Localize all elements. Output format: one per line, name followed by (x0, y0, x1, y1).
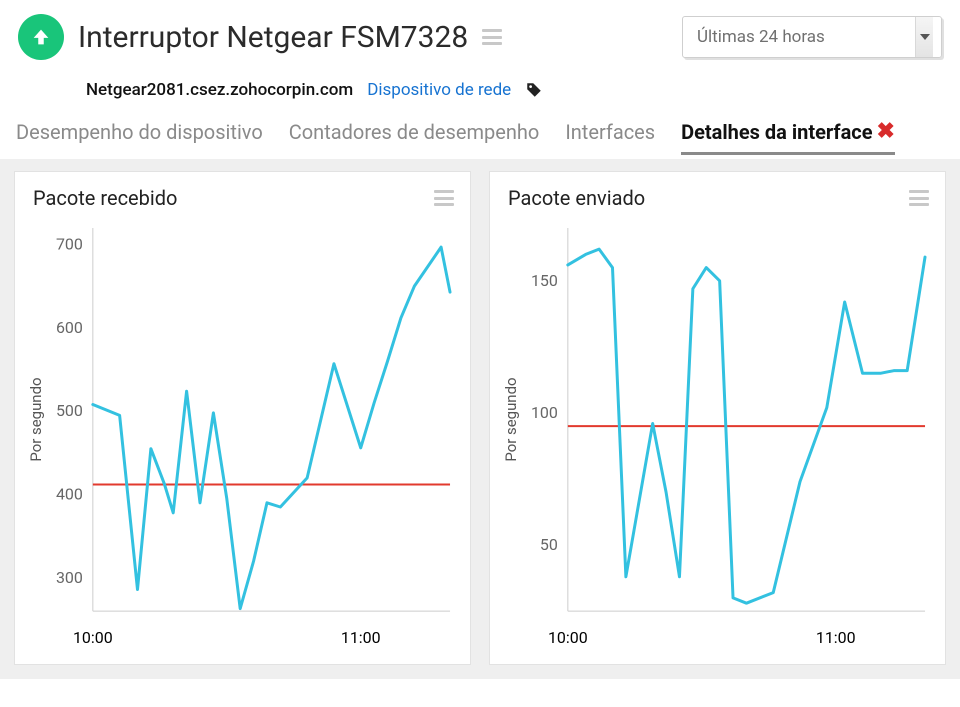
panel-sent-menu-icon[interactable] (909, 190, 929, 206)
time-range-value: Últimas 24 horas (697, 27, 825, 47)
chevron-down-icon (915, 17, 933, 57)
svg-text:11:00: 11:00 (341, 628, 381, 647)
time-range-select[interactable]: Últimas 24 horas (682, 16, 942, 58)
panel-title-received: Pacote recebido (33, 186, 177, 210)
tag-icon[interactable] (525, 81, 543, 99)
page-title: Interruptor Netgear FSM7328 (78, 20, 468, 55)
svg-text:Por segundo: Por segundo (27, 377, 45, 461)
device-type-link[interactable]: Dispositivo de rede (367, 80, 511, 100)
tab-interface-details-label: Detalhes da interface (681, 120, 872, 144)
tab-perf-counters[interactable]: Contadores de desempenho (289, 120, 540, 155)
status-up-icon (18, 14, 64, 60)
host-name: Netgear2081.csez.zohocorpin.com (86, 80, 353, 100)
chart-received: 300 400 500 600 700 Por segundo 10:00 11:00 (15, 216, 470, 667)
svg-text:400: 400 (56, 484, 83, 503)
panel-packets-received: Pacote recebido 300 400 500 600 700 Por segun… (14, 171, 471, 665)
svg-text:11:00: 11:00 (816, 628, 856, 647)
chart-sent: 50 100 150 Por segundo 10:00 11:00 (490, 216, 945, 667)
tab-bar: Desempenho do dispositivo Contadores de … (0, 100, 960, 155)
svg-text:600: 600 (56, 318, 83, 337)
tab-interface-details[interactable]: Detalhes da interface ✖ (681, 120, 895, 155)
panel-packets-sent: Pacote enviado 50 100 150 Por segundo 10:00 1… (489, 171, 946, 665)
svg-text:300: 300 (56, 568, 83, 587)
svg-text:10:00: 10:00 (548, 628, 588, 647)
svg-text:10:00: 10:00 (73, 628, 113, 647)
svg-text:Por segundo: Por segundo (502, 377, 520, 461)
panel-title-sent: Pacote enviado (508, 186, 645, 210)
svg-text:700: 700 (56, 235, 83, 254)
title-menu-icon[interactable] (482, 29, 502, 45)
svg-text:100: 100 (531, 403, 558, 422)
svg-text:50: 50 (540, 535, 558, 554)
tab-interfaces[interactable]: Interfaces (565, 120, 655, 155)
svg-text:500: 500 (56, 401, 83, 420)
close-tab-icon[interactable]: ✖ (877, 121, 895, 143)
svg-text:150: 150 (531, 271, 558, 290)
panel-received-menu-icon[interactable] (434, 190, 454, 206)
tab-device-performance[interactable]: Desempenho do dispositivo (16, 120, 263, 155)
